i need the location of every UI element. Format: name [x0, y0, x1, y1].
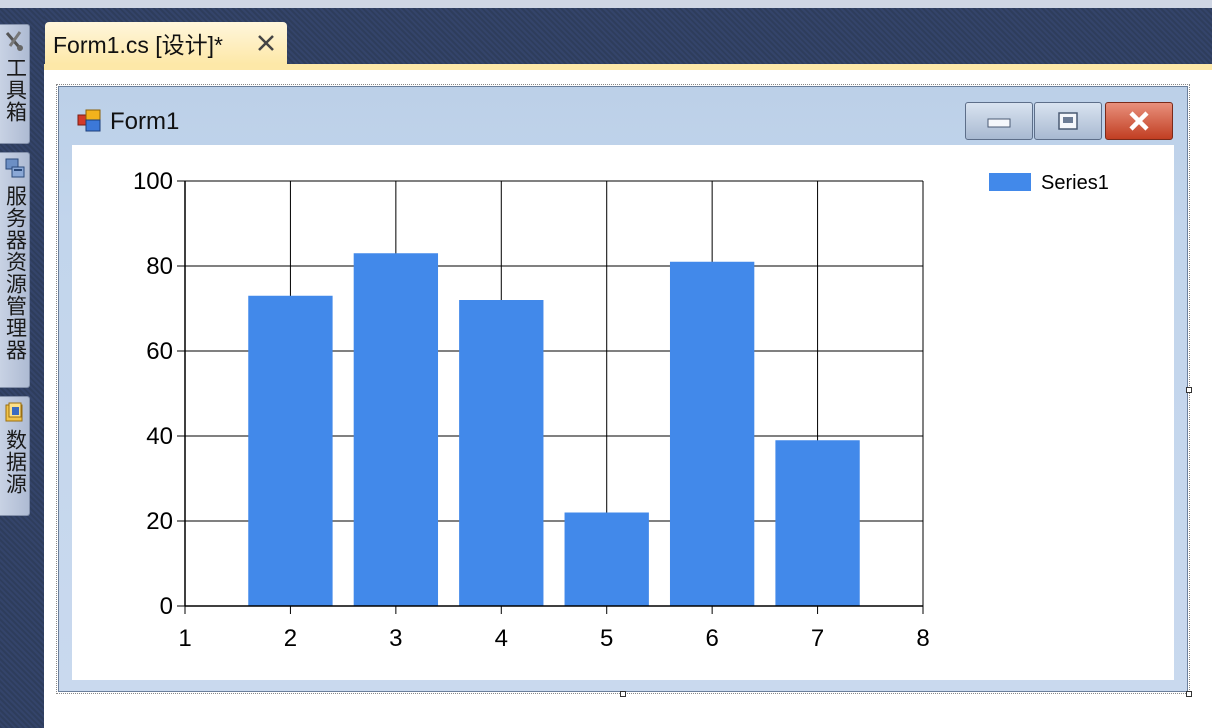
tools-icon: [5, 31, 23, 51]
y-tick-label: 20: [146, 508, 173, 535]
bar-chart[interactable]: 0 20 40 60 80 100 1 2 3 4 5 6 7 8 Series1: [72, 145, 1174, 680]
close-icon[interactable]: [253, 30, 279, 56]
database-icon: [5, 402, 22, 422]
y-tick-label: 60: [146, 338, 173, 365]
bar[interactable]: [248, 295, 333, 606]
bar[interactable]: [564, 512, 649, 607]
y-tick-label: 0: [160, 593, 173, 620]
x-tick-label: 1: [178, 625, 191, 652]
minimize-button[interactable]: [965, 102, 1033, 140]
dock-tab-data-sources[interactable]: 数据源: [0, 396, 30, 516]
legend-label: Series1: [1041, 172, 1109, 194]
resize-grip-corner[interactable]: [1186, 691, 1192, 697]
form-titlebar[interactable]: Form1: [59, 87, 1187, 143]
dock-label-data-sources: 数据源: [3, 429, 27, 495]
form-icon: [77, 109, 101, 132]
x-tick-label: 8: [916, 625, 929, 652]
dock-tab-server-explorer[interactable]: 服务器资源管理器: [0, 152, 30, 388]
bar[interactable]: [459, 300, 544, 606]
bar[interactable]: [353, 253, 439, 606]
close-icon: [1129, 111, 1149, 131]
dock-label-toolbox: 工具箱: [3, 57, 27, 123]
x-tick-label: 6: [705, 625, 718, 652]
x-tick-label: 3: [389, 625, 402, 652]
x-tick-label: 5: [600, 625, 613, 652]
close-button[interactable]: [1105, 102, 1173, 140]
document-tab-label: Form1.cs [设计]*: [53, 32, 223, 58]
dock-tab-toolbox[interactable]: 工具箱: [0, 24, 30, 144]
dock-label-server-explorer: 服务器资源管理器: [3, 185, 27, 361]
form-client-area[interactable]: 0 20 40 60 80 100 1 2 3 4 5 6 7 8 Series1: [72, 145, 1174, 680]
bar[interactable]: [775, 440, 860, 606]
resize-grip-right[interactable]: [1186, 387, 1192, 393]
x-tick-label: 7: [811, 625, 824, 652]
minimize-icon: [987, 118, 1011, 128]
document-tab-form1-design[interactable]: Form1.cs [设计]*: [45, 22, 287, 64]
x-tick-label: 2: [284, 625, 297, 652]
y-tick-label: 100: [133, 168, 173, 195]
y-tick-label: 40: [146, 423, 173, 450]
maximize-icon: [1058, 112, 1078, 130]
legend-swatch: [989, 173, 1031, 191]
maximize-button[interactable]: [1034, 102, 1102, 140]
bar[interactable]: [669, 261, 755, 606]
x-tick-label: 4: [495, 625, 508, 652]
resize-grip-bottom[interactable]: [620, 691, 626, 697]
y-tick-label: 80: [146, 253, 173, 280]
form-window[interactable]: Form1 0 20 40 60 80 100 1 2 3 4 5 6 7 8 Series1: [56, 84, 1190, 694]
side-dock: 工具箱 服务器资源管理器 数据源: [0, 8, 44, 728]
form-title: Form1: [110, 108, 180, 135]
server-icon: [5, 158, 24, 178]
